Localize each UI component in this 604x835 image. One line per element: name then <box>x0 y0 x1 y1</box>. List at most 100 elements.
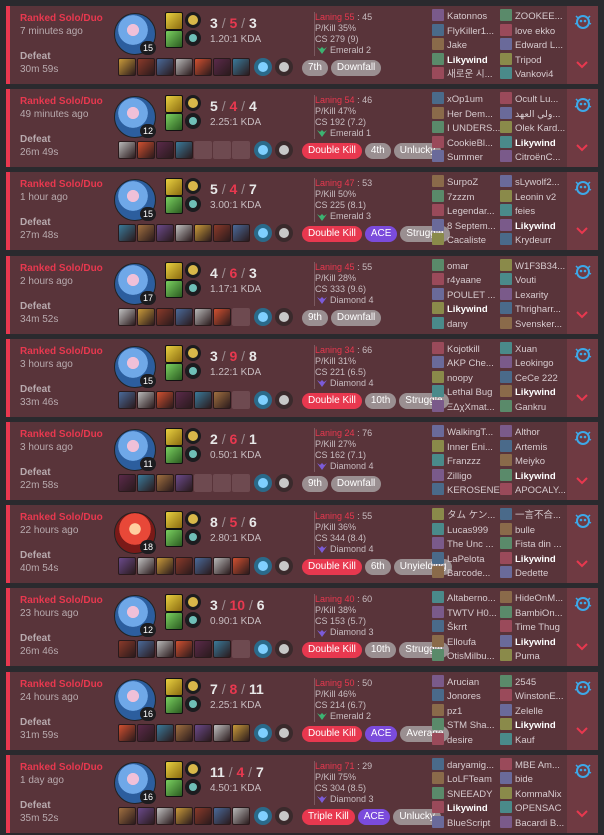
player-entry[interactable]: Lexarity <box>500 287 570 303</box>
player-entry[interactable]: POULET ... <box>432 287 502 303</box>
player-entry[interactable]: Lethal Bug <box>432 385 502 400</box>
player-entry[interactable]: Dedette <box>500 566 570 581</box>
chevron-down-icon[interactable] <box>575 141 589 155</box>
player-entry[interactable]: Likywind <box>500 385 570 400</box>
player-entry[interactable]: ولي العهد... <box>500 106 570 122</box>
player-entry[interactable]: Škrrt <box>432 620 502 635</box>
player-entry[interactable]: Tripod <box>500 52 570 68</box>
chevron-down-icon[interactable] <box>575 557 589 571</box>
ai-assistant-icon[interactable] <box>573 511 593 531</box>
match-card[interactable]: Ranked Solo/Duo 3 hours ago Defeat 33m 4… <box>6 338 598 417</box>
player-entry[interactable]: omar <box>432 258 502 274</box>
player-entry[interactable]: feies <box>500 204 570 219</box>
player-entry[interactable]: Likywind <box>432 52 502 68</box>
chevron-down-icon[interactable] <box>575 807 589 821</box>
chevron-down-icon[interactable] <box>575 308 589 322</box>
player-entry[interactable]: タム ケン... <box>432 508 502 523</box>
player-entry[interactable]: Summer <box>432 150 502 165</box>
player-entry[interactable]: Gankru <box>500 399 570 415</box>
ai-assistant-icon[interactable] <box>573 428 593 448</box>
match-card[interactable]: Ranked Solo/Duo 22 hours ago Defeat 40m … <box>6 505 598 584</box>
player-entry[interactable]: Arucian <box>432 674 502 690</box>
chevron-down-icon[interactable] <box>575 224 589 238</box>
player-entry[interactable]: Likywind <box>500 551 570 567</box>
player-entry[interactable]: Time Thug <box>500 620 570 635</box>
player-entry[interactable]: Vankovi4 <box>500 67 570 82</box>
player-entry[interactable]: CeCe 222 <box>500 370 570 386</box>
player-entry[interactable]: SNEEADY <box>432 786 502 802</box>
chevron-down-icon[interactable] <box>575 391 589 405</box>
player-entry[interactable]: KommaNix <box>500 786 570 802</box>
match-card[interactable]: Ranked Solo/Duo 24 hours ago Defeat 31m … <box>6 671 598 750</box>
player-entry[interactable]: Zilligo <box>432 468 502 484</box>
player-entry[interactable]: SurpoZ <box>432 175 502 190</box>
player-entry[interactable]: CookieBl... <box>432 135 502 151</box>
ai-assistant-icon[interactable] <box>573 594 593 614</box>
ai-assistant-icon[interactable] <box>573 761 593 781</box>
player-entry[interactable]: Kauf <box>500 732 570 748</box>
ai-assistant-icon[interactable] <box>573 95 593 115</box>
player-entry[interactable]: Cacaliste <box>432 233 502 248</box>
player-entry[interactable]: BambiOn... <box>500 605 570 621</box>
player-entry[interactable]: Puma <box>500 649 570 664</box>
match-card[interactable]: Ranked Solo/Duo 1 day ago Defeat 35m 52s… <box>6 754 598 833</box>
ai-assistant-icon[interactable] <box>573 12 593 32</box>
player-entry[interactable]: desire <box>432 732 502 748</box>
player-entry[interactable]: ΞΔχXmat... <box>432 399 502 415</box>
player-entry[interactable]: Elloufa <box>432 634 502 650</box>
player-entry[interactable]: BlueScript <box>432 815 502 831</box>
player-entry[interactable]: Thrigharr... <box>500 302 570 317</box>
ai-assistant-icon[interactable] <box>573 262 593 282</box>
player-entry[interactable]: Svensker... <box>500 316 570 332</box>
player-entry[interactable]: Her Dem... <box>432 106 502 122</box>
player-entry[interactable]: OPENSAC <box>500 801 570 816</box>
player-entry[interactable]: xOp1um <box>432 92 502 107</box>
player-entry[interactable]: Bacardi B... <box>500 815 570 831</box>
player-entry[interactable]: Fista din ... <box>500 537 570 552</box>
match-card[interactable]: Ranked Solo/Duo 1 hour ago Defeat 27m 48… <box>6 172 598 251</box>
player-entry[interactable]: ZOOKEE... <box>500 9 570 24</box>
player-entry[interactable]: Krydeurr <box>500 233 570 248</box>
player-entry[interactable]: Likywind <box>432 801 502 816</box>
player-entry[interactable]: Barcode... <box>432 566 502 581</box>
player-entry[interactable]: 7zzzm <box>432 189 502 205</box>
match-card[interactable]: Ranked Solo/Duo 49 minutes ago Defeat 26… <box>6 89 598 168</box>
player-entry[interactable]: Likywind <box>500 135 570 151</box>
player-entry[interactable]: Likywind <box>500 718 570 733</box>
chevron-down-icon[interactable] <box>575 640 589 654</box>
player-entry[interactable]: Likywind <box>500 218 570 234</box>
ai-assistant-icon[interactable] <box>573 178 593 198</box>
player-entry[interactable]: Leonin v2 <box>500 189 570 205</box>
player-entry[interactable]: Leokingo <box>500 356 570 371</box>
player-entry[interactable]: Altaberno... <box>432 591 502 606</box>
player-entry[interactable]: Olek Kard... <box>500 121 570 136</box>
player-entry[interactable]: Jake <box>432 38 502 53</box>
player-entry[interactable]: 8 Septem... <box>432 218 502 234</box>
player-entry[interactable]: dany <box>432 316 502 332</box>
player-entry[interactable]: KEROSENE <box>432 483 502 498</box>
match-card[interactable]: Ranked Solo/Duo 3 hours ago Defeat 22m 5… <box>6 422 598 500</box>
player-entry[interactable]: HideOnM... <box>500 591 570 606</box>
player-entry[interactable]: STM Sha... <box>432 718 502 733</box>
chevron-down-icon[interactable] <box>575 474 589 488</box>
player-entry[interactable]: OtisMilbu... <box>432 649 502 664</box>
player-entry[interactable]: Ocult Lu... <box>500 92 570 107</box>
player-entry[interactable]: FlyKiller1... <box>432 23 502 39</box>
match-card[interactable]: Ranked Solo/Duo 2 hours ago Defeat 34m 5… <box>6 255 598 334</box>
player-entry[interactable]: WinstonE... <box>500 689 570 704</box>
player-entry[interactable]: r4yaane <box>432 273 502 288</box>
player-entry[interactable]: LoLFTeam <box>432 772 502 787</box>
player-entry[interactable]: AKP Che... <box>432 356 502 371</box>
player-entry[interactable]: Legendar... <box>432 204 502 219</box>
player-entry[interactable]: Vouti <box>500 273 570 288</box>
player-entry[interactable]: 2545 <box>500 674 570 690</box>
player-entry[interactable]: CitroënC... <box>500 150 570 165</box>
player-entry[interactable]: Zelelle <box>500 703 570 719</box>
player-entry[interactable]: Inner Eni... <box>432 439 502 455</box>
player-entry[interactable]: APOCALY... <box>500 483 570 498</box>
ai-assistant-icon[interactable] <box>573 345 593 365</box>
ai-assistant-icon[interactable] <box>573 678 593 698</box>
chevron-down-icon[interactable] <box>575 724 589 738</box>
player-entry[interactable]: daryamig... <box>432 757 502 773</box>
player-entry[interactable]: LaPelota <box>432 551 502 567</box>
